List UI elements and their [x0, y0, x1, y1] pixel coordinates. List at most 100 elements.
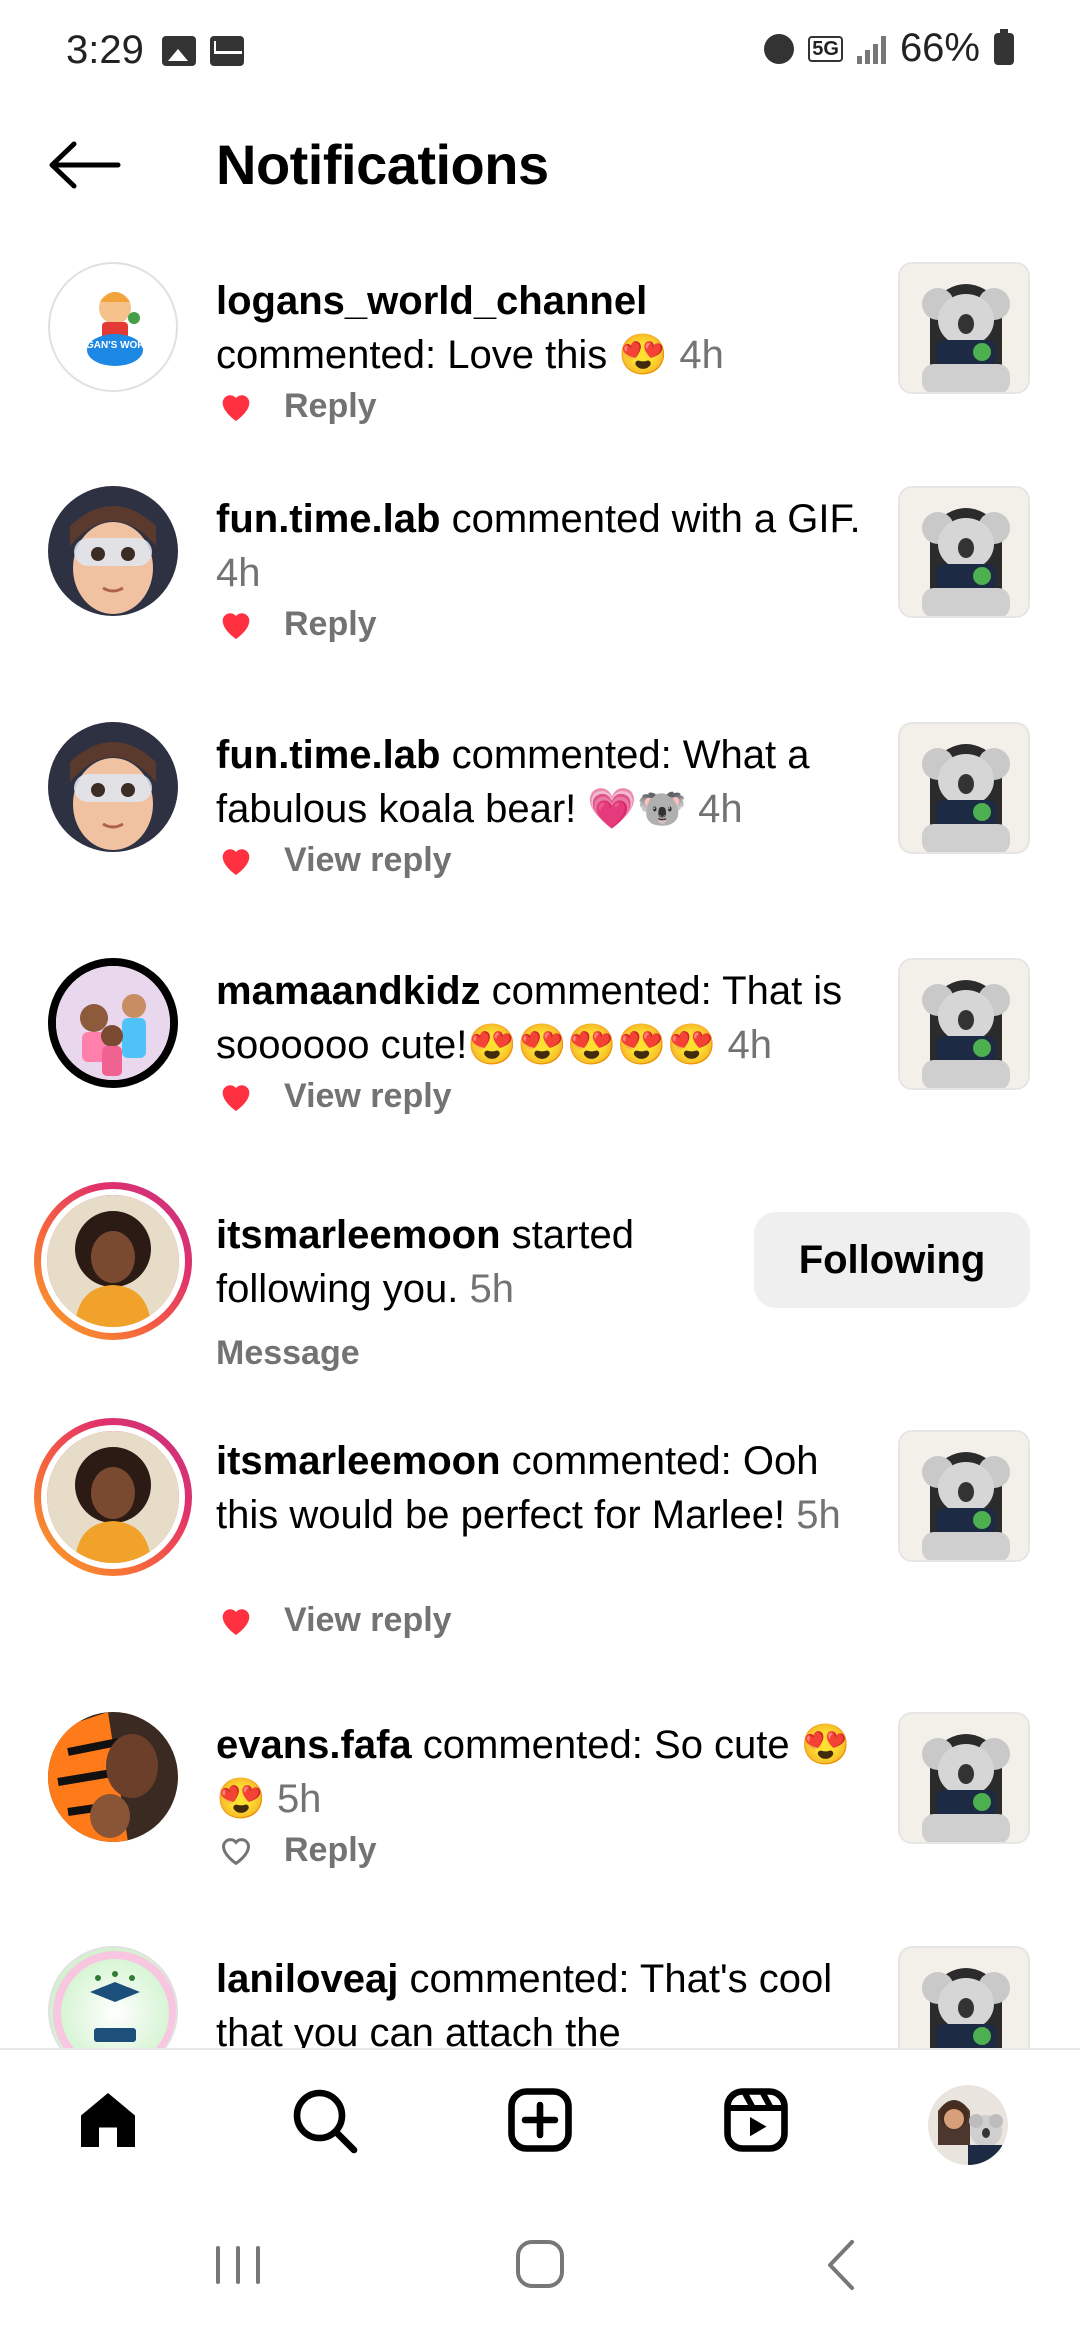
notification-time: 5h — [469, 1267, 515, 1311]
recents-icon — [216, 2246, 260, 2284]
message-link[interactable]: Message — [216, 1334, 360, 1373]
notification-text: logans_world_channel commented: Love thi… — [216, 274, 866, 382]
username[interactable]: evans.fafa — [216, 1723, 412, 1767]
battery-percent: 66% — [899, 26, 980, 70]
nav-reels-button[interactable] — [716, 2080, 796, 2160]
notification-text: fun.time.lab commented: What a fabulous … — [216, 728, 866, 836]
recents-button[interactable] — [198, 2230, 278, 2300]
post-thumbnail[interactable] — [898, 722, 1030, 854]
view-reply-button[interactable]: View reply — [284, 1601, 452, 1640]
username[interactable]: laniloveaj — [216, 1957, 398, 2001]
page-title: Notifications — [216, 133, 549, 196]
avatar — [41, 1189, 185, 1333]
notification-time: 5h — [796, 1493, 841, 1537]
bottom-navigation — [0, 2048, 1080, 2190]
status-bar: 3:29 5G 66% — [0, 0, 1080, 100]
notification-row[interactable]: itsmarleemoon commented: Ooh this would … — [0, 1418, 1080, 1708]
notification-row[interactable]: LOGAN'S WORLD logans_world_channel comme… — [0, 250, 1080, 470]
reply-button[interactable]: Reply — [284, 605, 377, 644]
battery-icon — [994, 28, 1014, 65]
notification-actions: View reply — [216, 1076, 452, 1116]
nav-home-button[interactable] — [68, 2080, 148, 2160]
heart-filled-icon[interactable] — [216, 1076, 256, 1116]
avatar-logo-text: LOGAN'S WORLD — [72, 340, 158, 351]
search-icon — [293, 2089, 358, 2154]
heart-filled-icon[interactable] — [216, 1600, 256, 1640]
post-thumbnail[interactable] — [898, 958, 1030, 1090]
gallery-icon — [162, 36, 196, 66]
notification-text: fun.time.lab commented with a GIF. 4h — [216, 492, 866, 600]
home-circle-icon — [516, 2240, 564, 2288]
following-button[interactable]: Following — [754, 1212, 1030, 1308]
avatar[interactable] — [48, 958, 178, 1088]
signal-icon — [856, 34, 886, 64]
notification-text: evans.fafa commented: So cute 😍😍 5h — [216, 1718, 866, 1826]
system-navigation — [0, 2190, 1080, 2340]
avatar-story-ring[interactable] — [34, 1418, 192, 1576]
username[interactable]: itsmarleemoon — [216, 1439, 501, 1483]
nav-search-button[interactable] — [284, 2080, 364, 2160]
heart-filled-icon[interactable] — [216, 840, 256, 880]
avatar[interactable] — [48, 1946, 178, 2048]
notification-row[interactable]: laniloveaj commented: That's cool that y… — [0, 1946, 1080, 2048]
mail-icon — [210, 36, 244, 66]
notification-message: commented with a GIF. — [451, 497, 861, 541]
system-home-button[interactable] — [500, 2230, 580, 2300]
post-thumbnail[interactable] — [898, 1946, 1030, 2048]
header: Notifications — [0, 110, 1080, 220]
post-thumbnail[interactable] — [898, 486, 1030, 618]
reply-button[interactable]: Reply — [284, 1831, 377, 1870]
notification-text: itsmarleemoon commented: Ooh this would … — [216, 1434, 866, 1542]
username[interactable]: itsmarleemoon — [216, 1213, 501, 1257]
avatar[interactable] — [48, 722, 178, 852]
nav-create-button[interactable] — [500, 2080, 580, 2160]
notification-actions: Reply — [216, 1830, 377, 1870]
view-reply-button[interactable]: View reply — [284, 841, 452, 880]
notification-row[interactable]: mamaandkidz commented: That is soooooo c… — [0, 958, 1080, 1178]
notification-actions: View reply — [216, 1600, 452, 1640]
back-chevron-icon — [828, 2240, 854, 2290]
home-icon — [81, 2093, 135, 2147]
notification-actions: View reply — [216, 840, 452, 880]
notification-text: itsmarleemoon started following you. 5h — [216, 1208, 736, 1316]
avatar[interactable] — [48, 486, 178, 616]
arrow-left-icon — [49, 141, 121, 189]
create-post-icon — [508, 2088, 572, 2152]
post-thumbnail[interactable] — [898, 262, 1030, 394]
notification-row[interactable]: fun.time.lab commented with a GIF. 4h Re… — [0, 486, 1080, 706]
notification-time: 4h — [679, 333, 724, 377]
avatar[interactable] — [48, 1712, 178, 1842]
notification-text: laniloveaj commented: That's cool that y… — [216, 1952, 866, 2048]
notification-time: 5h — [276, 1777, 322, 1821]
notification-list[interactable]: LOGAN'S WORLD logans_world_channel comme… — [0, 238, 1080, 2048]
notification-message: commented: Love this 😍 — [216, 333, 669, 377]
status-indicators: 5G 66% — [764, 26, 1014, 71]
notification-time: 4h — [216, 551, 261, 595]
notification-text: mamaandkidz commented: That is soooooo c… — [216, 964, 866, 1072]
heart-filled-icon[interactable] — [216, 604, 256, 644]
avatar-story-ring[interactable] — [34, 1182, 192, 1340]
post-thumbnail[interactable] — [898, 1712, 1030, 1844]
notification-actions: Reply — [216, 386, 377, 426]
view-reply-button[interactable]: View reply — [284, 1077, 452, 1116]
post-thumbnail[interactable] — [898, 1430, 1030, 1562]
avatar — [41, 1425, 185, 1569]
reply-button[interactable]: Reply — [284, 387, 377, 426]
avatar[interactable]: LOGAN'S WORLD — [48, 262, 178, 392]
heart-filled-icon[interactable] — [216, 386, 256, 426]
system-back-button[interactable] — [802, 2230, 882, 2300]
username[interactable]: mamaandkidz — [216, 969, 481, 1013]
reels-icon — [724, 2088, 788, 2152]
username[interactable]: fun.time.lab — [216, 497, 440, 541]
username[interactable]: logans_world_channel — [216, 279, 647, 323]
notification-time: 4h — [698, 787, 743, 831]
network-type: 5G — [808, 35, 843, 62]
username[interactable]: fun.time.lab — [216, 733, 440, 777]
heart-outline-icon[interactable] — [216, 1830, 256, 1870]
notification-row[interactable]: evans.fafa commented: So cute 😍😍 5h Repl… — [0, 1712, 1080, 1932]
nav-profile-avatar[interactable] — [928, 2085, 1008, 2165]
back-button[interactable] — [44, 132, 124, 198]
notification-row[interactable]: fun.time.lab commented: What a fabulous … — [0, 722, 1080, 942]
notification-row[interactable]: itsmarleemoon started following you. 5h … — [0, 1182, 1080, 1412]
notification-time: 4h — [727, 1023, 772, 1067]
